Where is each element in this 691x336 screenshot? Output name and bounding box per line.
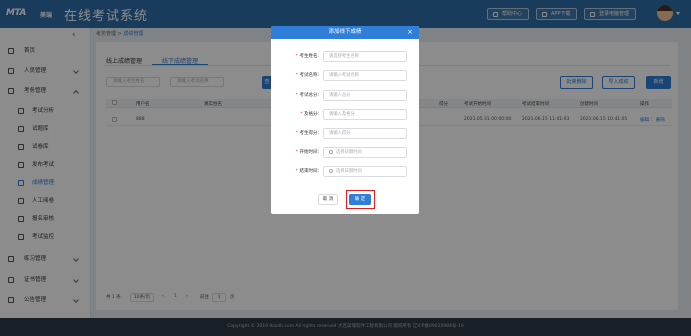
candidate-score-input[interactable]: 请输入得分 [323, 128, 407, 139]
start-time-placeholder: 选择日期时间 [336, 150, 362, 155]
field-label: * 结束时间: [295, 169, 319, 174]
form-row-total-score: * 考试总分: 请输入总分 [271, 90, 419, 102]
cancel-button[interactable]: 取 消 [318, 194, 338, 205]
field-label: * 考生姓名: [295, 54, 319, 59]
form-row-end-time: * 结束时间: 选择日期时间 [271, 166, 419, 178]
dialog-header: 添加线下成绩 × [271, 26, 419, 39]
field-label: * 考试名称: [295, 73, 319, 78]
start-time-picker[interactable]: 选择日期时间 [323, 147, 407, 158]
end-time-placeholder: 选择日期时间 [336, 169, 362, 174]
field-label: * 开始时间: [295, 150, 319, 155]
confirm-highlight-box [346, 190, 375, 209]
add-offline-score-dialog: 添加线下成绩 × * 考生姓名: 请选择考生名称 * 考试名称: 请输入考试名称… [271, 26, 419, 214]
form-row-candidate-score: * 考生得分: 请输入得分 [271, 128, 419, 140]
dialog-title: 添加线下成绩 [328, 29, 362, 35]
end-time-picker[interactable]: 选择日期时间 [323, 166, 407, 177]
field-label: * 考试总分: [295, 93, 319, 98]
form-row-candidate-name: * 考生姓名: 请选择考生名称 [271, 51, 419, 63]
pass-score-input[interactable]: 请输入及格分 [323, 109, 407, 120]
field-label: * 考生得分: [295, 131, 319, 136]
total-score-input[interactable]: 请输入总分 [323, 90, 407, 101]
form-row-pass-score: * 及格分: 请输入及格分 [271, 109, 419, 121]
form-row-exam-name: * 考试名称: 请输入考试名称 [271, 70, 419, 82]
form-row-start-time: * 开始时间: 选择日期时间 [271, 147, 419, 159]
candidate-name-select[interactable]: 请选择考生名称 [323, 51, 407, 62]
clock-icon [329, 168, 333, 173]
exam-name-input[interactable]: 请输入考试名称 [323, 70, 407, 81]
clock-icon [329, 149, 333, 154]
close-icon[interactable]: × [407, 26, 413, 39]
field-label: * 及格分: [300, 112, 319, 117]
